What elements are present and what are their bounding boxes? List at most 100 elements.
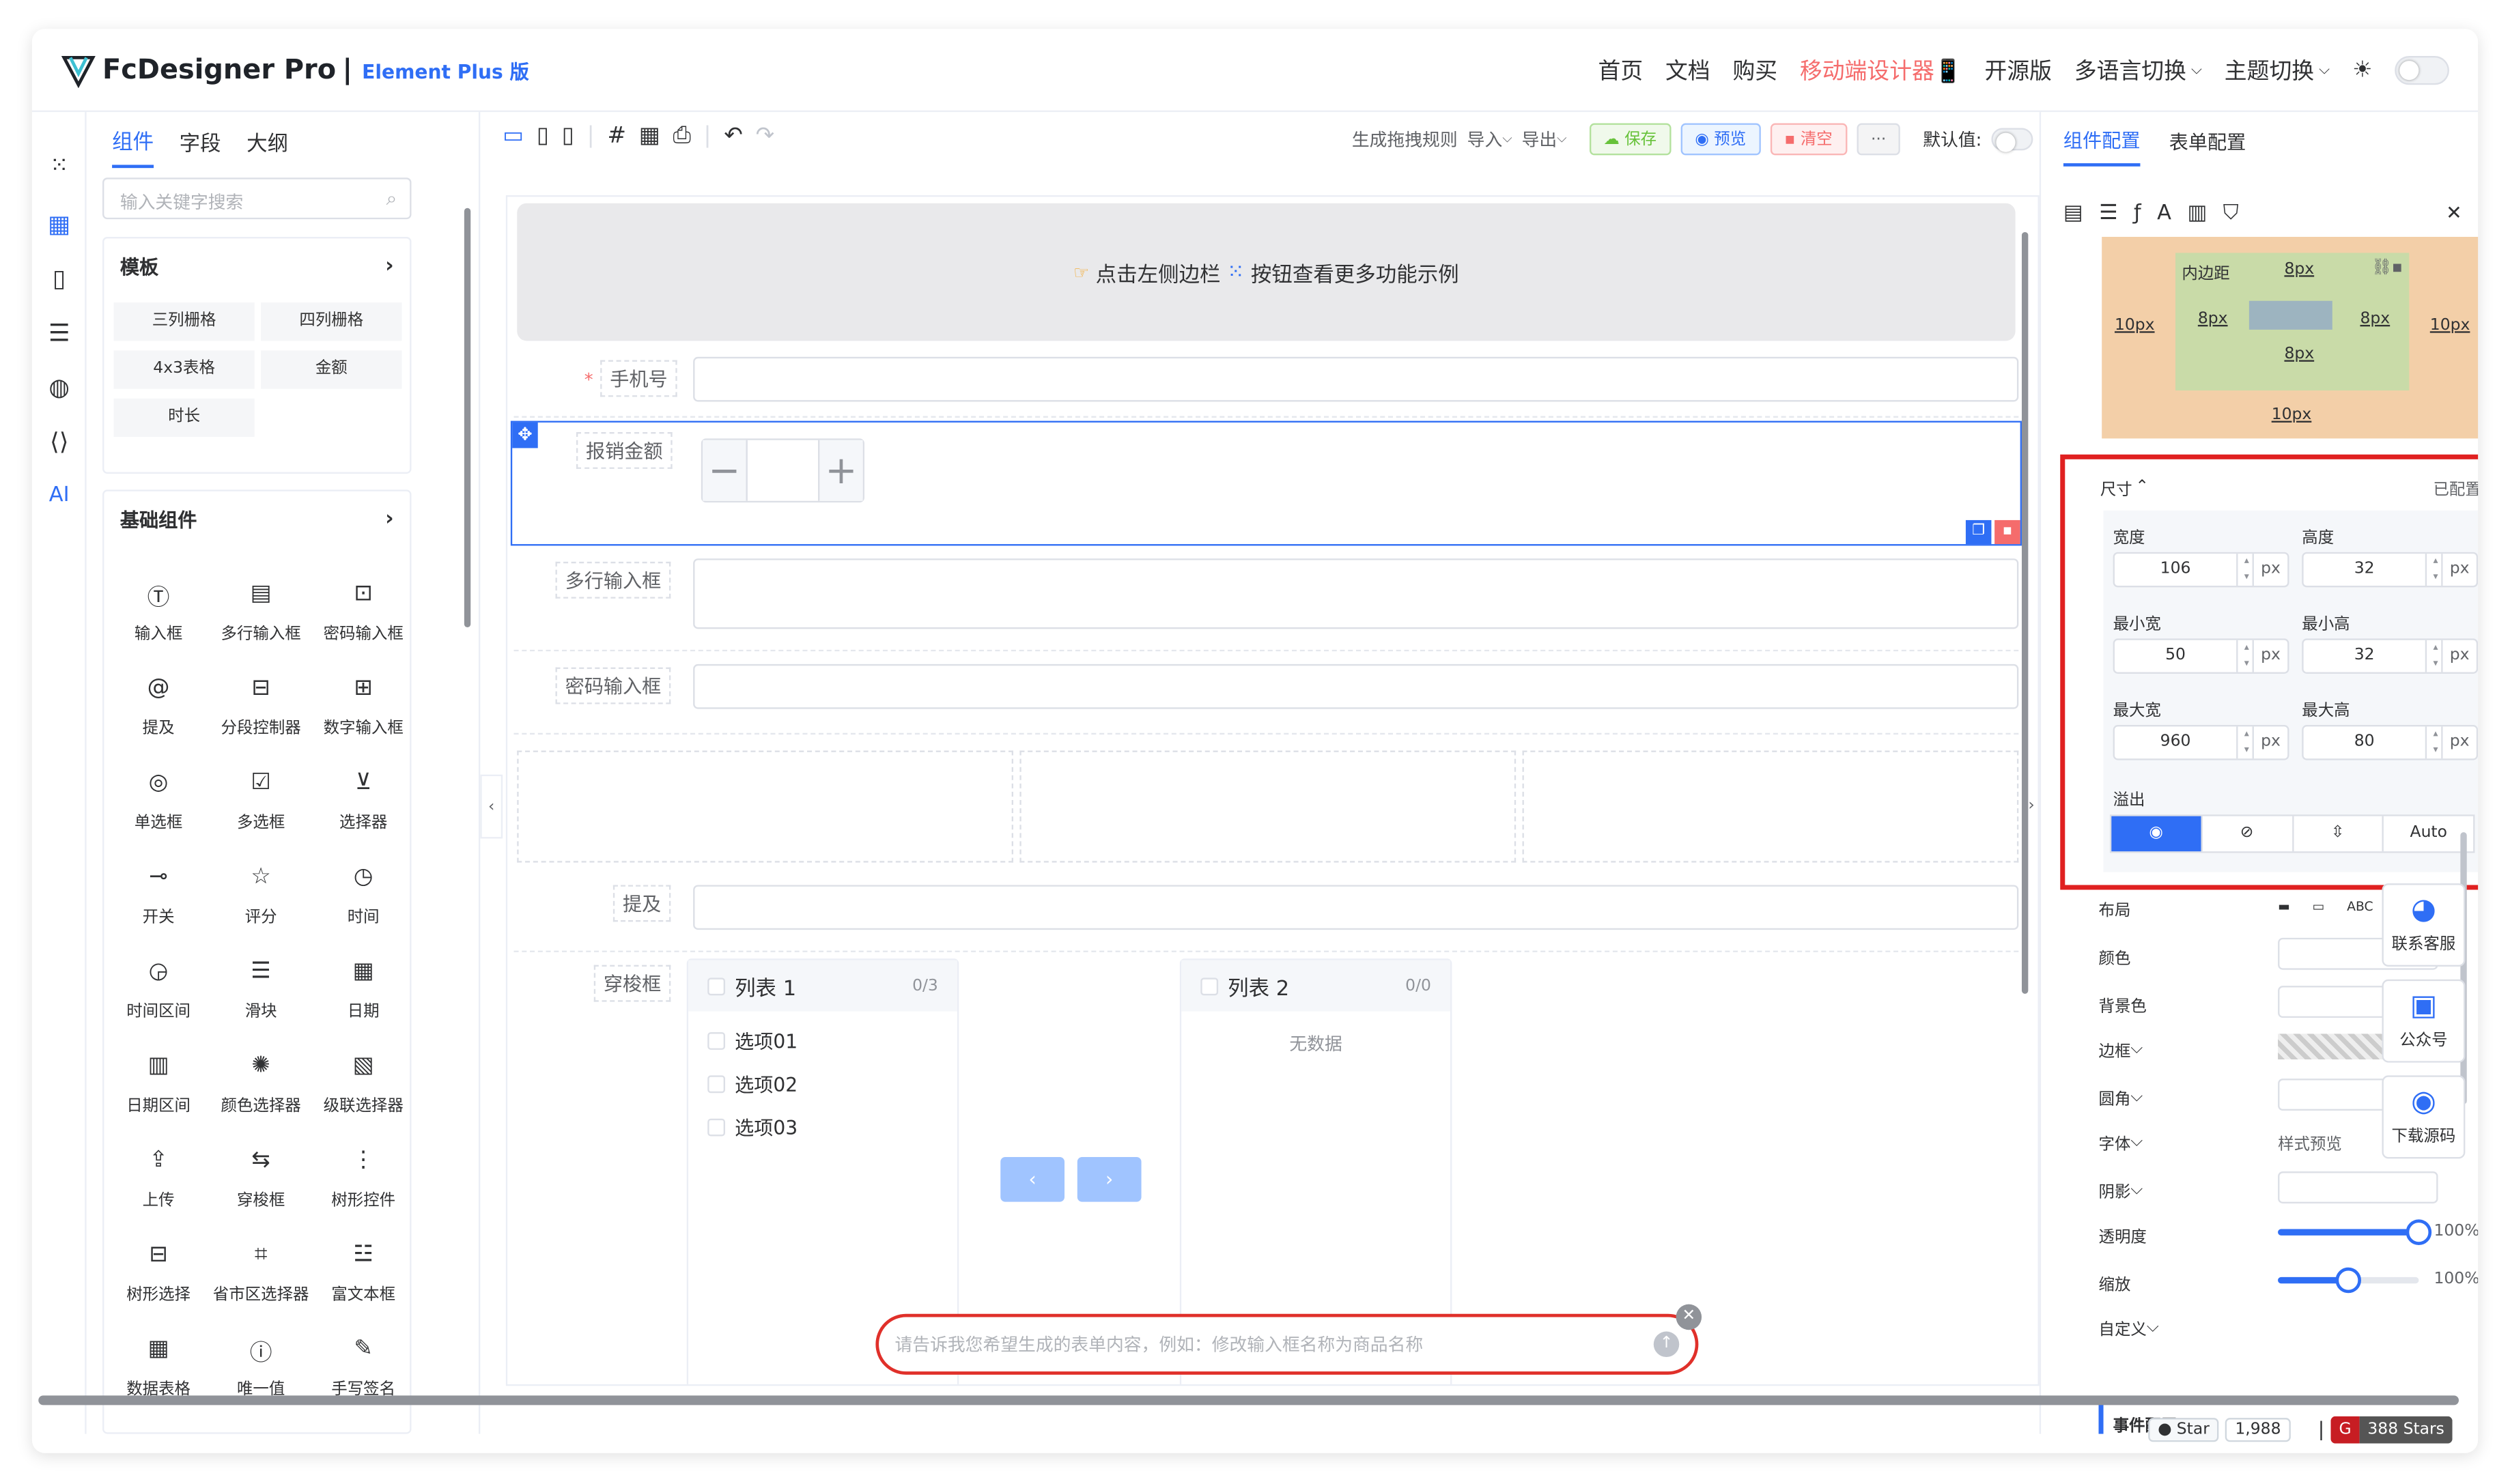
phone-input[interactable] — [693, 356, 2019, 402]
grid-cell[interactable] — [517, 750, 1014, 863]
overflow-visible-eye-icon[interactable]: ◉ — [2111, 816, 2201, 852]
component-item[interactable]: ✺ 颜色选择器 — [210, 1053, 312, 1115]
template-item[interactable]: 4x3表格 — [113, 350, 255, 389]
right-scrollbar[interactable] — [2460, 832, 2467, 1104]
template-item[interactable]: 四列栅格 — [261, 302, 402, 341]
desktop-icon[interactable]: ▭ — [503, 124, 524, 149]
download-source-button[interactable]: ◉ 下载源码 — [2382, 1075, 2466, 1159]
height-input[interactable]: 32 ▴ ▾ px — [2302, 552, 2479, 588]
demo-banner[interactable]: ☞ 点击左侧边栏 ⁙ 按钮查看更多功能示例 — [517, 203, 2016, 341]
tab-component-config[interactable]: 组件配置 — [2063, 126, 2141, 166]
collapse-left-icon[interactable]: ‹ — [480, 774, 503, 839]
gitee-badge[interactable]: G 388 Stars — [2330, 1416, 2453, 1444]
left-scrollbar[interactable] — [464, 208, 471, 628]
transfer-item[interactable]: 选项03 — [688, 1098, 957, 1141]
component-search-input[interactable]: 输入关键字搜索 ⌕ — [102, 177, 412, 220]
github-badge[interactable]: ● Star 1,988 — [2148, 1418, 2291, 1442]
component-item[interactable]: ⓘ 唯一值 — [210, 1337, 312, 1399]
overflow-auto-option[interactable]: Auto — [2382, 816, 2473, 852]
checkbox[interactable] — [707, 1032, 726, 1050]
mention-input[interactable] — [693, 885, 2019, 930]
component-item[interactable]: ⌗ 省市区选择器 — [210, 1242, 312, 1304]
ai-icon[interactable]: AI — [43, 480, 75, 512]
password-input[interactable] — [693, 663, 2019, 709]
min-height-input[interactable]: 32 ▴ ▾ px — [2302, 638, 2479, 674]
shadow-input[interactable] — [2278, 1171, 2438, 1203]
export-dropdown[interactable]: 导出 ⌵ — [1522, 126, 1567, 152]
copy-icon[interactable]: ❐ — [1965, 519, 1992, 545]
more-button[interactable]: ··· — [1856, 123, 1901, 156]
nav-theme[interactable]: 主题切换 ⌵ — [2225, 55, 2330, 87]
inline-text-option[interactable]: ABC — [2347, 898, 2373, 913]
props-icon[interactable]: ▤ — [2063, 201, 2083, 225]
form-item-amount-selected[interactable]: ✥ 报销金额 − + ❐ ▪ — [510, 420, 2022, 546]
delete-icon[interactable]: ▪ — [1994, 519, 2020, 545]
grid-cell[interactable] — [1019, 750, 1517, 863]
book-icon[interactable]: ▯ — [43, 262, 75, 294]
redo-icon[interactable]: ↷ — [756, 124, 775, 149]
undo-icon[interactable]: ↶ — [724, 124, 743, 149]
amount-stepper[interactable]: − + — [701, 438, 864, 503]
component-item[interactable]: ◷ 时间 — [312, 864, 410, 926]
component-item[interactable]: ⊸ 开关 — [107, 864, 210, 926]
preview-button[interactable]: ◉ 预览 — [1680, 123, 1761, 156]
inline-icon[interactable]: ▭ — [2313, 898, 2325, 913]
component-item[interactable]: ⇪ 上传 — [107, 1147, 210, 1210]
theme-toggle[interactable] — [2395, 56, 2449, 85]
nav-open-source[interactable]: 开源版 — [1985, 55, 2052, 87]
generate-rule-button[interactable]: 生成拖拽规则 — [1352, 126, 1458, 152]
form-item-phone[interactable]: * 手机号 — [513, 347, 2019, 418]
shadow-toggle[interactable]: 阴影 ⌵ — [2099, 1178, 2143, 1201]
padding-bottom-value[interactable]: 8px — [2284, 345, 2314, 363]
transfer-right-arrow-button[interactable]: › — [1077, 1157, 1142, 1202]
github-star-button[interactable]: ● Star — [2148, 1418, 2219, 1442]
close-icon[interactable]: ✕ — [1676, 1304, 1702, 1330]
component-item[interactable]: ⊟ 树形选择 — [107, 1242, 210, 1304]
margin-right-value[interactable]: 10px — [2430, 317, 2470, 334]
overflow-hidden-eye-off-icon[interactable]: ⊘ — [2200, 816, 2292, 852]
official-account-button[interactable]: ▣ 公众号 — [2382, 979, 2466, 1063]
function-icon[interactable]: ƒ — [2134, 201, 2141, 225]
transfer-item[interactable]: 选项02 — [688, 1055, 957, 1098]
padding-left-value[interactable]: 8px — [2198, 311, 2228, 328]
database-icon[interactable]: ☰ — [43, 317, 75, 349]
plus-button[interactable]: + — [817, 440, 863, 501]
transfer-left-header[interactable]: 列表 1 0/3 — [688, 960, 957, 1012]
tab-fields[interactable]: 字段 — [180, 126, 221, 166]
component-item[interactable]: ◶ 时间区间 — [107, 958, 210, 1021]
canvas-scrollbar[interactable] — [2021, 231, 2029, 994]
close-icon[interactable]: ✕ — [2446, 201, 2462, 224]
form-item-mention[interactable]: 提及 — [513, 875, 2019, 952]
width-input[interactable]: 106 ▴ ▾ px — [2113, 552, 2289, 588]
font-toggle[interactable]: 字体 ⌵ — [2099, 1130, 2143, 1154]
transfer-right-header[interactable]: 列表 2 0/0 — [1181, 960, 1451, 1012]
max-width-input[interactable]: 960 ▴ ▾ px — [2113, 725, 2289, 760]
component-item[interactable]: ▦ 数据表格 — [107, 1337, 210, 1399]
contact-service-button[interactable]: ◕ 联系客服 — [2382, 883, 2466, 967]
component-item[interactable]: ⊞ 数字输入框 — [312, 675, 410, 737]
grid-layout[interactable] — [517, 750, 2019, 866]
link-trash-icon[interactable]: ⛓▪ — [2371, 259, 2403, 277]
send-icon[interactable]: ↑ — [1653, 1331, 1680, 1358]
component-item[interactable]: ☳ 富文本框 — [312, 1242, 410, 1304]
overflow-scroll-icon[interactable]: ⇳ — [2292, 816, 2382, 852]
component-item[interactable]: ⇆ 穿梭框 — [210, 1147, 312, 1210]
template-item[interactable]: 三列栅格 — [113, 302, 255, 341]
opacity-thumb[interactable] — [2406, 1219, 2432, 1245]
transfer-item[interactable]: 选项01 — [688, 1012, 957, 1055]
code-icon[interactable]: ⟨⟩ — [43, 426, 75, 458]
border-toggle[interactable]: 边框 ⌵ — [2099, 1037, 2143, 1061]
margin-left-value[interactable]: 10px — [2115, 317, 2155, 334]
ai-prompt-input[interactable]: 请告诉我您希望生成的表单内容，例如：修改输入框名称为商品名称 ↑ — [875, 1313, 1699, 1375]
component-item[interactable]: ◎ 单选框 — [107, 770, 210, 832]
tab-components[interactable]: 组件 — [112, 124, 154, 167]
block-icon[interactable]: ▬ — [2278, 898, 2290, 913]
opacity-slider[interactable] — [2278, 1219, 2432, 1245]
padding-top-value[interactable]: 8px — [2284, 261, 2314, 279]
tablet-icon[interactable]: ▯ — [537, 124, 549, 149]
nav-mobile-designer[interactable]: 移动端设计器📱 — [1800, 55, 1962, 87]
component-item[interactable]: Ⓣ 输入框 — [107, 581, 210, 643]
import-dropdown[interactable]: 导入 ⌵ — [1467, 126, 1512, 152]
component-item[interactable]: ▤ 多行输入框 — [210, 581, 312, 643]
component-item[interactable]: ✎ 手写签名 — [312, 1337, 410, 1399]
